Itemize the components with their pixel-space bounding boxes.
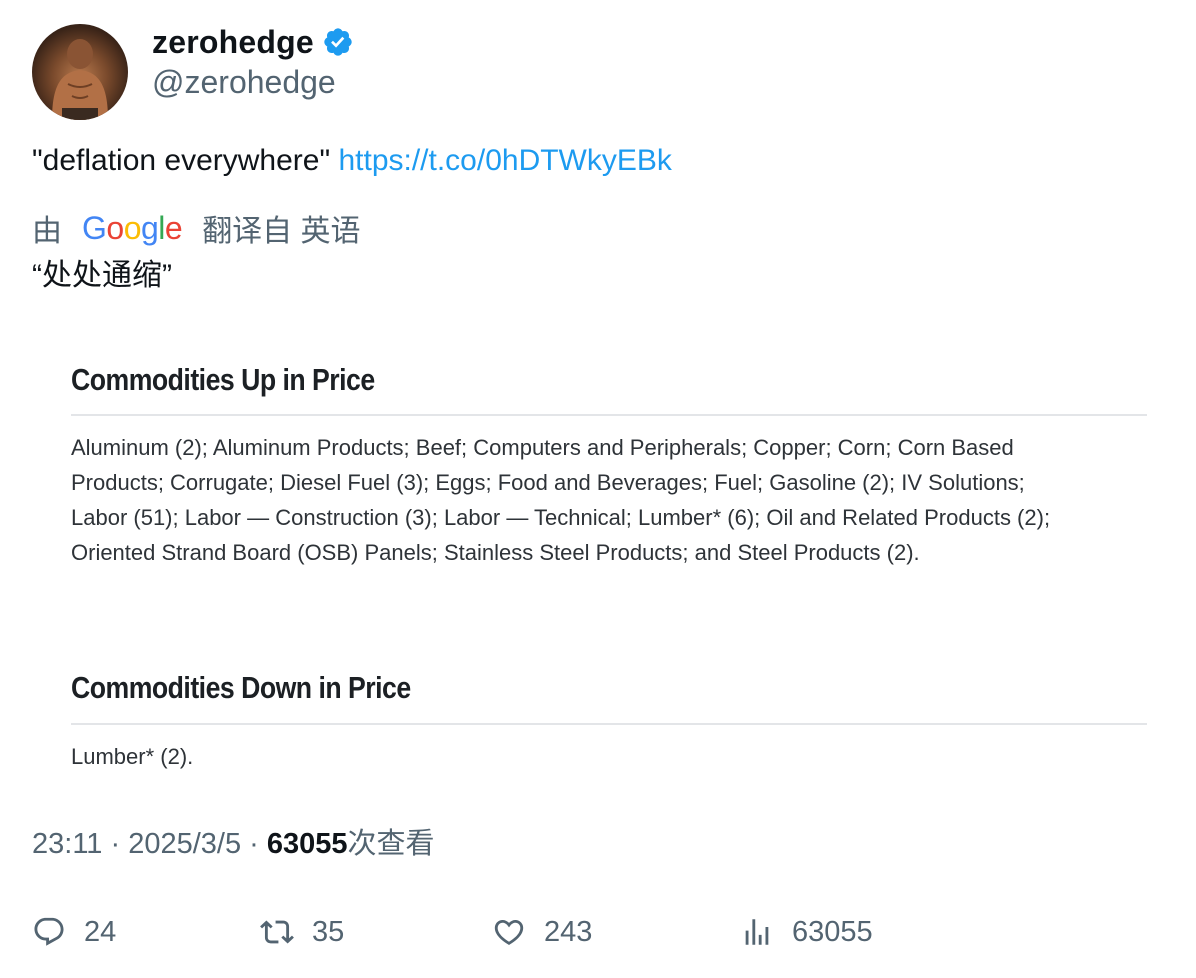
tweet-metadata: 23:11 · 2025/3/5 · 63055次查看 (32, 824, 435, 864)
section-divider (71, 414, 1147, 416)
commodities-up-line: Products; Corrugate; Diesel Fuel (3); Eg… (71, 470, 1025, 495)
commodities-down-list: Lumber* (2). (71, 739, 1151, 774)
commodities-up-line: Aluminum (2); Aluminum Products; Beef; C… (71, 435, 1014, 460)
analytics-icon (745, 919, 769, 945)
commodities-up-line: Labor (51); Labor — Construction (3); La… (71, 505, 1051, 530)
translation-attribution: 由 Google 翻译自 英语 (32, 208, 361, 249)
translation-suffix: 翻译自 英语 (202, 215, 361, 248)
commodities-up-list: Aluminum (2); Aluminum Products; Beef; C… (71, 430, 1151, 570)
tweet-body: "deflation everywhere" (32, 144, 331, 177)
tweet-media-image[interactable]: Commodities Up in Price Aluminum (2); Al… (32, 326, 1164, 796)
like-count: 243 (544, 915, 593, 948)
tweet-date[interactable]: 2025/3/5 (128, 828, 241, 860)
verified-badge-icon (322, 26, 354, 58)
separator: · (102, 828, 129, 860)
retweet-count: 35 (312, 915, 345, 948)
like-button[interactable]: 243 (492, 910, 592, 954)
translation-prefix: 由 (32, 215, 62, 248)
heading-commodities-up: Commodities Up in Price (71, 362, 375, 397)
tweet-time[interactable]: 23:11 (32, 828, 102, 860)
heart-icon (494, 919, 524, 945)
view-count-label: 次查看 (347, 828, 435, 860)
reply-button[interactable]: 24 (32, 910, 116, 954)
view-count: 63055 (266, 828, 348, 860)
heading-commodities-down: Commodities Down in Price (71, 670, 411, 705)
translated-text: “处处通缩” (32, 259, 172, 292)
reply-count: 24 (84, 915, 117, 948)
reply-icon (34, 917, 64, 946)
action-bar: 24 35 243 63055 (32, 910, 1132, 954)
retweet-button[interactable]: 35 (260, 910, 344, 954)
google-logo: Google (82, 209, 183, 246)
separator: · (241, 828, 267, 860)
tweet-link[interactable]: https://t.co/0hDTWkyEBk (338, 144, 671, 177)
views-button[interactable]: 63055 (740, 910, 873, 954)
views-count: 63055 (792, 915, 873, 948)
profile-photo (52, 39, 108, 120)
commodities-up-line: Oriented Strand Board (OSB) Panels; Stai… (71, 540, 920, 565)
retweet-icon (260, 920, 294, 944)
tweet-text: "deflation everywhere" https://t.co/0hDT… (32, 141, 672, 181)
commodities-down-line: Lumber* (2). (71, 744, 194, 769)
section-divider (71, 723, 1147, 725)
author-handle[interactable]: @zerohedge (152, 62, 336, 102)
author-display-name[interactable]: zerohedge (152, 22, 314, 62)
avatar[interactable] (32, 24, 128, 120)
